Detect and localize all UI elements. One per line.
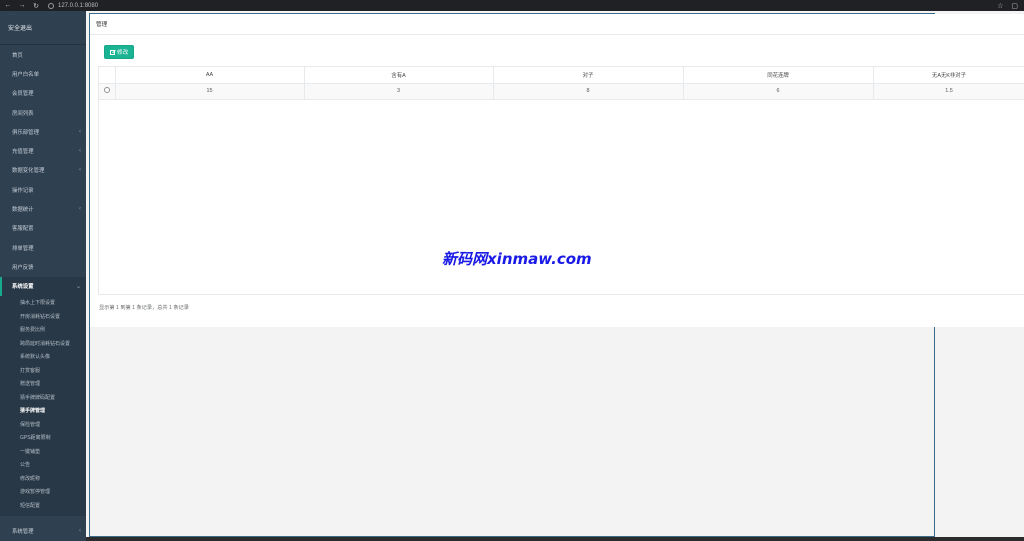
sidebar-submenu: 抽水上下限设置 开房消耗钻石设置 服务费比例 跨局延时消耗钻石设置 系统默认头像 打赏客服… (0, 295, 86, 516)
sidebar-item-label: 充值管理 (12, 149, 34, 156)
table-header-row: AA 含有A 对子 同花连牌 无A无K非对子 (99, 67, 1024, 84)
sidebar-subitem[interactable]: 一键铺垫 (0, 444, 86, 458)
chevron-left-icon: ‹ (79, 148, 81, 155)
sidebar-subitem[interactable]: 猜手牌牌码配置 (0, 390, 86, 404)
pagination-info: 显示第 1 到第 1 条记录，总共 1 条记录 (99, 305, 189, 311)
edit-button-label: 修改 (117, 50, 129, 56)
sidebar-subitem[interactable]: 修改昵称 (0, 471, 86, 485)
sidebar-header-faded: · · · (8, 12, 16, 18)
table-header-cell[interactable]: 对子 (493, 67, 684, 84)
edit-button[interactable]: 修改 (104, 45, 135, 59)
table-header-cell[interactable]: 无A无K非对子 (873, 67, 1024, 84)
chevron-down-icon: ⌄ (75, 283, 81, 290)
sidebar-item-label: 俱乐部管理 (12, 129, 39, 136)
table-header-cell[interactable]: AA (115, 67, 305, 84)
table-toolbar: 修改 (90, 35, 1024, 65)
chevron-left-icon: ‹ (79, 167, 81, 174)
sidebar-item[interactable]: 会员管理 (0, 84, 86, 103)
table-header-select (99, 67, 116, 84)
sidebar-item[interactable]: 首页 (0, 45, 86, 64)
table-row-select (99, 83, 116, 100)
sidebar-item[interactable]: 俱乐部管理 ‹ (0, 122, 86, 141)
sidebar-subitem[interactable]: 开房消耗钻石设置 (0, 309, 86, 323)
sidebar-item[interactable]: 客服配置 (0, 219, 86, 238)
sidebar-item[interactable]: 数据统计 ‹ (0, 199, 86, 218)
chevron-left-icon: ‹ (79, 128, 81, 135)
sidebar-item-label: 用户白名单 (12, 71, 39, 78)
site-info-icon[interactable] (48, 2, 54, 9)
sidebar-item[interactable]: 用户白名单 (0, 64, 86, 83)
table-cell: 8 (493, 83, 684, 100)
sidebar-item-label: 首页 (12, 52, 23, 59)
reload-icon[interactable]: ↻ (32, 2, 40, 10)
sidebar-item[interactable]: 充值管理 ‹ (0, 141, 86, 160)
table-cell: 3 (304, 83, 494, 100)
sidebar-subitem[interactable]: 保险管理 (0, 417, 86, 431)
forward-icon[interactable]: → (18, 2, 26, 10)
browser-actions: ☆ ▢ (997, 2, 1024, 10)
address-bar[interactable]: 127.0.0.1:8080 (48, 2, 99, 9)
table-header-cell[interactable]: 同花连牌 (683, 67, 874, 84)
sidebar-subitem[interactable]: 服务费比例 (0, 323, 86, 337)
sidebar-bottom: 系统管理 ‹ (0, 522, 86, 541)
table-body: 15 3 8 6 1.5 (99, 83, 1024, 100)
sidebar-item-label: 排单管理 (12, 245, 34, 252)
sidebar-subitem[interactable]: 短信配置 (0, 498, 86, 512)
watermark: 新码网xinmaw.com (442, 250, 592, 268)
sidebar-item[interactable]: 用户反馈 (0, 257, 86, 276)
sidebar-subitem[interactable]: 抽水上下限设置 (0, 296, 86, 310)
sidebar-item-label: 用户反馈 (12, 264, 34, 271)
sidebar-item-label: 数据统计 (12, 207, 34, 214)
sidebar-subitem[interactable]: 公告 (0, 458, 86, 472)
table-header-cell[interactable]: 含有A (304, 67, 494, 84)
sidebar-item[interactable]: 房间列表 (0, 103, 86, 122)
sidebar-header: · · · 安全退出 (0, 11, 86, 45)
table-cell: 1.5 (873, 83, 1024, 100)
sidebar-item[interactable]: 数据变化管理 ‹ (0, 161, 86, 180)
sidebar-subitem[interactable]: 游戏暂停管理 (0, 485, 86, 499)
sidebar-item-label: 操作记录 (12, 187, 34, 194)
chevron-left-icon: ‹ (79, 528, 81, 535)
chevron-left-icon: ‹ (79, 206, 81, 213)
sidebar-subitem[interactable]: 系统默认头像 (0, 350, 86, 364)
sidebar-item[interactable]: 排单管理 (0, 238, 86, 257)
table-row[interactable]: 15 3 8 6 1.5 (99, 83, 1024, 100)
browser-toolbar: ← → ↻ 127.0.0.1:8080 ☆ ▢ (0, 0, 1024, 11)
sidebar-item-system-settings[interactable]: 系统设置 ⌄ (0, 276, 86, 296)
row-radio[interactable] (103, 87, 110, 93)
star-icon[interactable]: ☆ (997, 2, 1003, 10)
sidebar-item[interactable]: 操作记录 (0, 180, 86, 199)
sidebar-item-label: 系统管理 (12, 529, 34, 536)
sidebar-item-label: 客服配置 (12, 226, 34, 233)
table-cell: 6 (683, 83, 874, 100)
sidebar-item-label: 数据变化管理 (12, 168, 45, 175)
sidebar: · · · 安全退出 首页 用户白名单 会员管理 房间列表 俱乐部管理 ‹ 充值管理 ‹ 数据变… (0, 11, 86, 541)
page-title-text: 管理 (96, 22, 108, 28)
sidebar-item-label: 系统设置 (12, 284, 34, 291)
taskbar (86, 537, 1024, 541)
edit-icon (110, 49, 115, 55)
back-icon[interactable]: ← (4, 2, 12, 10)
logout-link[interactable]: 安全退出 (8, 26, 32, 32)
main-content: 管理 修改 AA 含有A 对子 同花连牌 无A无K非对子 15 3 8 6 1.5 (90, 14, 1024, 327)
sidebar-item-label: 房间列表 (12, 110, 34, 117)
url-text: 127.0.0.1:8080 (58, 2, 99, 9)
sidebar-menu: 首页用户白名单会员管理房间列表俱乐部管理 ‹ 充值管理 ‹ 数据变化管理 ‹ 操作记录数据统… (0, 45, 86, 277)
sidebar-item-system-management[interactable]: 系统管理 ‹ (0, 522, 86, 541)
extensions-icon[interactable]: ▢ (1011, 2, 1018, 10)
sidebar-subitem[interactable]: 赠送管理 (0, 377, 86, 391)
page-title: 管理 (90, 14, 1024, 35)
browser-nav: ← → ↻ (0, 2, 40, 10)
sidebar-subitem[interactable]: 打赏客服 (0, 363, 86, 377)
sidebar-subitem[interactable]: 猜手牌管理 (0, 404, 86, 418)
table-cell: 15 (115, 83, 305, 100)
sidebar-subitem[interactable]: GPS距离限制 (0, 431, 86, 445)
sidebar-item-label: 会员管理 (12, 91, 34, 98)
sidebar-subitem[interactable]: 跨局延时消耗钻石设置 (0, 336, 86, 350)
